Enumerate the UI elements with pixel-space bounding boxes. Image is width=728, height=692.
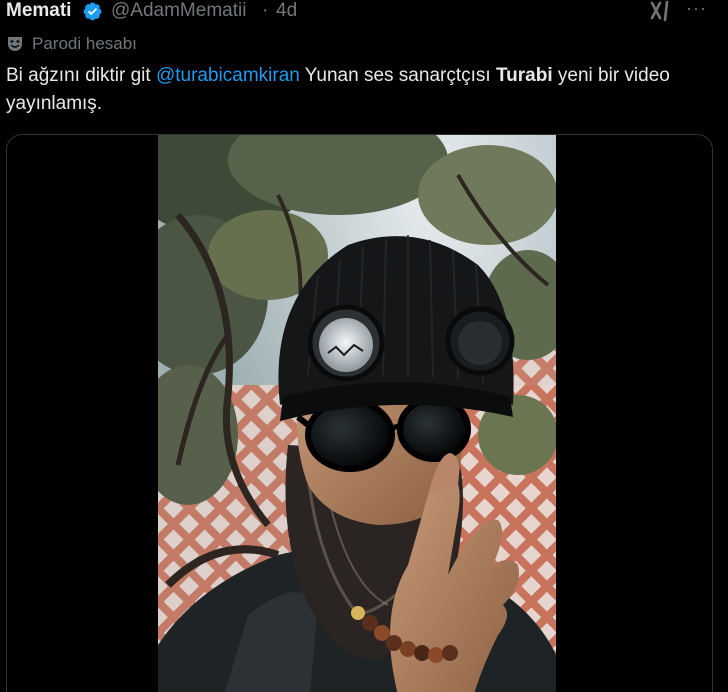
video-still <box>158 135 556 692</box>
tweet-text-part2: Yunan ses sanarçtçısı <box>299 65 496 86</box>
tweet-text: Bi ağzını diktir git @turabicamkiran Yun… <box>6 62 706 118</box>
tweet: Memati @AdamMematii · 4d ··· Parodi hesa… <box>0 0 728 692</box>
grok-icon[interactable] <box>648 0 674 22</box>
parody-label: Parodi hesabı <box>32 34 137 53</box>
theater-mask-icon <box>8 37 22 51</box>
media-card[interactable] <box>6 134 713 692</box>
video-frame[interactable] <box>158 135 556 692</box>
separator-dot: · <box>262 0 269 21</box>
mention-link[interactable]: @turabicamkiran <box>156 65 300 86</box>
tweet-text-part1: Bi ağzını diktir git <box>6 65 156 86</box>
bold-name: Turabi <box>495 65 553 86</box>
author-display-name[interactable]: Memati <box>6 0 71 22</box>
author-handle[interactable]: @AdamMematii <box>111 0 246 22</box>
parody-label-row: Parodi hesabı <box>6 33 137 55</box>
tweet-header: Memati @AdamMematii · 4d ··· <box>0 0 728 24</box>
more-options-icon[interactable]: ··· <box>686 0 712 22</box>
verified-badge-icon <box>83 2 102 21</box>
tweet-timestamp[interactable]: 4d <box>276 0 297 22</box>
